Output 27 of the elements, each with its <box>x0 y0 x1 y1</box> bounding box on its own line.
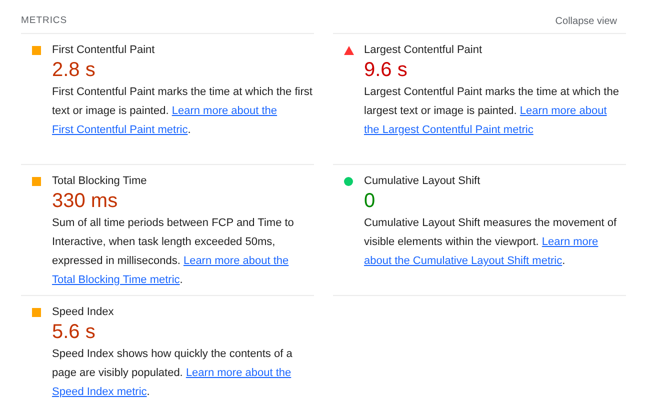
learn-more-link[interactable]: First Contentful Paint metric <box>52 124 188 136</box>
collapse-view-button[interactable]: Collapse view <box>555 14 617 29</box>
metric-value: 9.6 s <box>364 58 408 82</box>
learn-more-link[interactable]: Learn more <box>542 236 598 248</box>
metric-description: First Contentful Paint marks the time at which the first text or image is painted. Learn more about the First Contentful Paint metric. <box>52 85 314 138</box>
metric-title: Speed Index <box>52 305 115 320</box>
learn-more-link[interactable]: Learn more about <box>520 105 607 117</box>
learn-more-link[interactable]: the Largest Contentful Paint metric <box>364 124 534 136</box>
learn-more-link[interactable]: Total Blocking Time metric <box>52 274 180 286</box>
learn-more-link[interactable]: Learn more about the <box>183 255 289 267</box>
section-title: METRICS <box>21 14 68 28</box>
metric-value: 330 ms <box>52 189 119 213</box>
metric-description: Speed Index shows how quickly the contents of a page are visibly populated. Learn more about the Speed Index metric. <box>52 347 294 400</box>
metric-title: Largest Contentful Paint <box>364 43 484 58</box>
learn-more-link[interactable]: Speed Index metric <box>52 386 147 398</box>
metric-description: Sum of all time periods between FCP and Time to Interactive, when task length exceeded 50ms, expressed in milliseconds. Learn more about the Total Blocking Time metric. <box>52 216 295 288</box>
learn-more-link[interactable]: Learn more about the <box>172 105 278 117</box>
metric-title: Cumulative Layout Shift <box>364 174 482 189</box>
learn-more-link[interactable]: Learn more about the <box>186 367 292 379</box>
metric-value: 0 <box>364 189 376 213</box>
metric-description: Largest Contentful Paint marks the time at which the largest text or image is painted. Learn more about the Largest Contentful Paint metric <box>364 85 620 138</box>
metric-title: First Contentful Paint <box>52 43 156 58</box>
metric-value: 5.6 s <box>52 320 96 344</box>
learn-more-link[interactable]: about the Cumulative Layout Shift metric <box>364 255 562 267</box>
metric-title: Total Blocking Time <box>52 174 148 189</box>
metric-description: Cumulative Layout Shift measures the movement of visible elements within the viewport. Learn more about the Cumulative Layout Shift metric. <box>364 216 618 269</box>
metric-value: 2.8 s <box>52 58 96 82</box>
